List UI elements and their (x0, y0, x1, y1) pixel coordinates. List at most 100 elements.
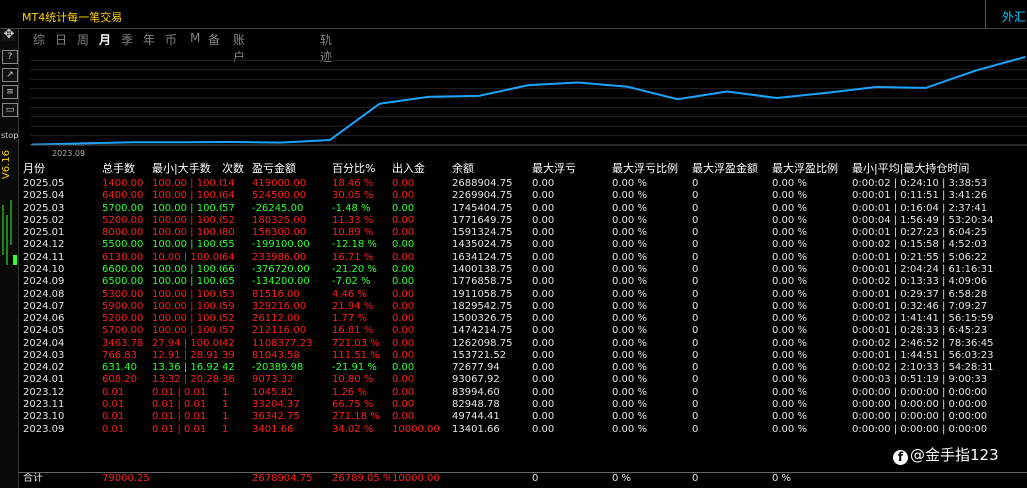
tab-8[interactable]: 备 (208, 31, 220, 48)
cell-col-1: 总手数 (102, 162, 135, 175)
cell-col-1: 0.01 (102, 386, 125, 398)
cell-col-11: 0.00 % (772, 178, 807, 189)
cell-col-12: 0:00:01 | 0:32:46 | 7:09:27 (852, 300, 988, 312)
cell-col-2: 13.32 | 20.28 (152, 374, 219, 386)
cell-col-2: 13.36 | 16.92 (152, 362, 219, 374)
cell-col-11: 0.00 % (772, 263, 807, 275)
tab-6[interactable]: 币 (165, 31, 177, 48)
cell-col-8: 0.00 (532, 251, 555, 263)
cell-col-5: 34.02 % (332, 423, 374, 435)
cell-col-8: 0 (532, 473, 539, 484)
move-icon[interactable]: ✥ (2, 28, 16, 41)
tab-3[interactable]: 月 (99, 31, 111, 48)
window-icon[interactable]: ▭ (2, 103, 18, 117)
table-header: 月份 总手数 最小|大手数 次数 盈亏金额 百分比% 出入金 余额 最大浮亏 最大浮亏比例 最大浮盈… (18, 162, 1027, 175)
cell-col-6: 0.00 (392, 325, 415, 337)
cell-col-9: 0.00 % (612, 300, 647, 312)
cell-col-6: 0.00 (392, 227, 415, 239)
cell-col-11: 0.00 % (772, 227, 807, 239)
cell-col-6: 0.00 (392, 263, 415, 275)
cell-col-4: 9073.32 (252, 374, 294, 386)
cell-col-10: 0 (692, 325, 699, 337)
cell-col-7: 82948.78 (452, 399, 500, 411)
cell-col-3: 59 (222, 300, 235, 312)
cell-col-2: 最小|大手数 (152, 162, 211, 175)
cell-col-8: 0.00 (532, 386, 555, 398)
tab-5[interactable]: 年 (143, 31, 155, 48)
cell-col-2: 100.00 | 100.00 (152, 239, 222, 251)
cell-col-6: 10000.00 (392, 473, 440, 484)
list-icon[interactable]: ≡ (2, 85, 18, 99)
table-row: 2023.11 0.01 0.01 | 0.01 1 33204.37 66.75 % 0.… (18, 399, 1027, 411)
cell-col-9: 0.00 % (612, 202, 647, 214)
cell-col-7: 2688904.75 (452, 178, 513, 189)
tab-4[interactable]: 季 (121, 31, 133, 48)
cell-col-12: 0:00:02 | 0:15:58 | 4:52:03 (852, 239, 988, 251)
cell-col-3: 1 (222, 399, 229, 411)
help-button[interactable]: ? (2, 50, 18, 64)
cell-col-0: 2025.04 (23, 190, 65, 202)
cell-col-7: 2269904.75 (452, 190, 513, 202)
cell-col-12: 0:00:02 | 2:10:33 | 54:28:31 (852, 362, 994, 374)
cell-col-10: 0 (692, 423, 699, 435)
arrow-icon[interactable]: ↗ (2, 68, 18, 82)
cell-col-1: 8000.00 (102, 227, 144, 239)
cell-col-2: 100.00 | 100.00 (152, 202, 222, 214)
cell-col-6: 0.00 (392, 362, 415, 374)
cell-col-10: 0 (692, 386, 699, 398)
cell-col-12: 0:00:00 | 0:00:00 | 0:00:00 (852, 399, 988, 411)
cell-col-0: 2024.12 (23, 239, 65, 251)
cell-col-9: 0.00 % (612, 411, 647, 423)
cell-col-3: 80 (222, 227, 235, 239)
cell-col-12: 最小|平均|最大持仓时间 (852, 162, 970, 175)
cell-col-5: 26789.05 % (332, 473, 390, 484)
cell-col-9: 0.00 % (612, 239, 647, 251)
tab-7[interactable]: M (190, 31, 200, 45)
cell-col-7: 1776858.75 (452, 276, 513, 288)
cell-col-4: -20389.98 (252, 362, 304, 374)
cell-col-4: 盈亏金额 (252, 162, 296, 175)
panel-title: MT4统计每一笔交易 (22, 11, 123, 24)
tab-1[interactable]: 日 (55, 31, 67, 48)
cell-col-1: 6600.00 (102, 263, 144, 275)
cell-col-11: 最大浮盈比例 (772, 162, 838, 175)
tab-0[interactable]: 综 (33, 31, 45, 48)
cell-col-4: 2678904.75 (252, 473, 313, 484)
cell-col-12: 0:00:03 | 0:51:19 | 9:00:33 (852, 374, 988, 386)
cell-col-12: 0:00:01 | 2:04:24 | 61:16:31 (852, 263, 994, 275)
cell-col-12: 0:00:01 | 0:27:23 | 6:04:25 (852, 227, 988, 239)
cell-col-8: 0.00 (532, 399, 555, 411)
cell-col-12: 0:00:01 | 0:29:37 | 6:58:28 (852, 288, 988, 300)
cell-col-4: 33204.37 (252, 399, 300, 411)
cell-col-10: 0 (692, 473, 699, 484)
left-toolbar: − ✥ ? ↗ ≡ ▭ stop V6.16 (0, 0, 19, 488)
cell-col-9: 0.00 % (612, 423, 647, 435)
right-label: 外汇 (1002, 10, 1027, 24)
cell-col-2: 0.01 | 0.01 (152, 399, 207, 411)
cell-col-8: 0.00 (532, 374, 555, 386)
cell-col-11: 0.00 % (772, 399, 807, 411)
cell-col-6: 0.00 (392, 288, 415, 300)
stop-label[interactable]: stop (1, 131, 18, 140)
table-row: 2024.04 3463.78 27.94 | 100.00 42 1108377.23… (18, 338, 1027, 350)
cell-col-2: 100.00 | 100.00 (152, 190, 222, 202)
cell-col-0: 合计 (23, 473, 43, 484)
balance-point (875, 86, 877, 88)
cell-col-12: 0:00:02 | 0:13:33 | 4:09:06 (852, 276, 988, 288)
cell-col-6: 0.00 (392, 239, 415, 251)
cell-col-8: 0.00 (532, 239, 555, 251)
cell-col-6: 10000.00 (392, 423, 440, 435)
cell-col-5: -21.91 % (332, 362, 377, 374)
cell-col-3: 14 (222, 178, 235, 189)
cell-col-11: 0.00 % (772, 239, 807, 251)
cell-col-0: 2023.11 (23, 399, 65, 411)
cell-col-0: 2024.09 (23, 276, 65, 288)
balance-point (775, 97, 778, 99)
tab-2[interactable]: 周 (77, 31, 89, 48)
cell-col-2: 100.00 | 100.00 (152, 263, 222, 275)
balance-point (329, 139, 331, 141)
watermark-logo-icon: f (893, 450, 908, 465)
cell-col-5: 721.03 % (332, 337, 380, 349)
cell-col-4: 212116.00 (252, 325, 307, 337)
cell-col-10: 0 (692, 349, 699, 361)
